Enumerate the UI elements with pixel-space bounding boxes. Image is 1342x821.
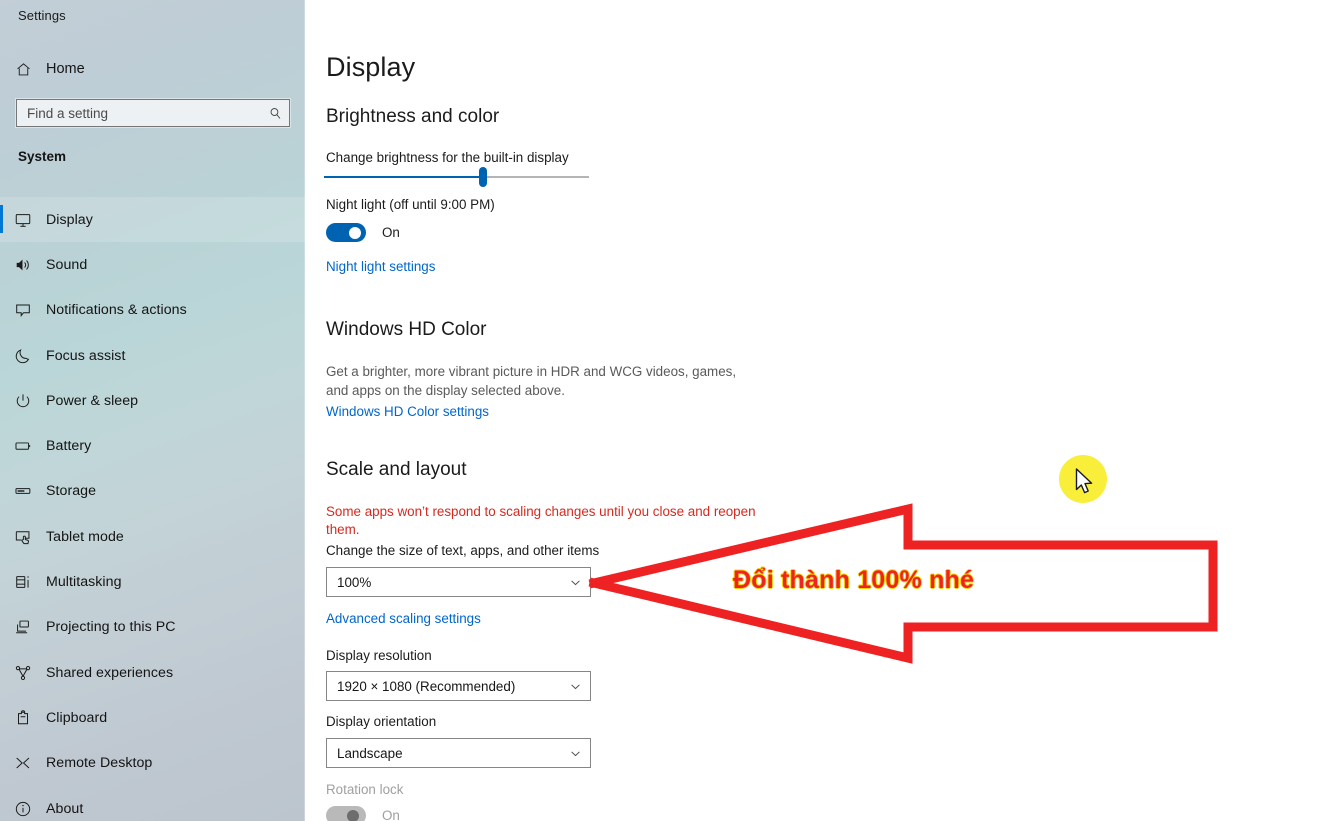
monitor-icon [0,211,46,229]
sidebar-item-power-sleep[interactable]: Power & sleep [0,378,305,423]
scaling-warning-line1: Some apps won’t respond to scaling chang… [326,503,756,521]
sidebar-nav-list: Display Sound Notifications & actions Focus… [0,197,305,821]
window-title: Settings [18,8,66,23]
resolution-dropdown-value: 1920 × 1080 (Recommended) [327,679,560,694]
scaling-warning-line2: them. [326,521,360,539]
clipboard-icon [0,709,46,727]
rotation-lock-toggle[interactable] [326,806,366,821]
slider-filled-track [324,176,483,178]
sidebar-item-display[interactable]: Display [0,197,305,242]
battery-icon [0,437,46,455]
sidebar-item-label: Sound [46,257,87,273]
sidebar-item-storage[interactable]: Storage [0,469,305,514]
sidebar-item-home[interactable]: Home [0,54,305,84]
toggle-knob [347,810,359,821]
notification-icon [0,301,46,319]
scale-dropdown-value: 100% [327,575,560,590]
sidebar-item-label: Remote Desktop [46,755,152,771]
moon-icon [0,347,46,365]
sidebar-item-sound[interactable]: Sound [0,242,305,287]
sidebar-item-projecting-to-this-pc[interactable]: Projecting to this PC [0,605,305,650]
sidebar-item-label: Notifications & actions [46,302,187,318]
night-light-settings-link[interactable]: Night light settings [326,259,435,274]
sidebar-item-tablet-mode[interactable]: Tablet mode [0,514,305,559]
speaker-icon [0,256,46,274]
section-heading-hdr: Windows HD Color [326,319,486,341]
page-title: Display [326,52,415,83]
sidebar-item-label: Power & sleep [46,393,138,409]
night-light-label: Night light (off until 9:00 PM) [326,197,495,212]
info-icon [0,800,46,818]
slider-thumb[interactable] [479,167,487,187]
section-heading-brightness: Brightness and color [326,106,499,128]
sidebar-item-label: Tablet mode [46,529,124,545]
sidebar-item-label: Storage [46,483,96,499]
sidebar-item-label: Multitasking [46,574,122,590]
orientation-dropdown-value: Landscape [327,746,560,761]
title-bar: Settings [0,0,305,30]
rotation-lock-label: Rotation lock [326,782,403,797]
search-input[interactable] [17,106,261,121]
brightness-slider[interactable] [324,166,589,188]
sidebar-section-label: System [18,149,66,164]
night-light-toggle[interactable] [326,223,366,242]
chevron-down-icon [560,747,590,760]
multitasking-icon [0,573,46,591]
sidebar-item-clipboard[interactable]: Clipboard [0,695,305,740]
sidebar-item-label: Projecting to this PC [46,619,176,635]
scale-dropdown[interactable]: 100% [326,567,591,597]
rotation-lock-state: On [382,808,400,821]
sidebar-item-shared-experiences[interactable]: Shared experiences [0,650,305,695]
sidebar-item-label: Battery [46,438,91,454]
sidebar-item-notifications-actions[interactable]: Notifications & actions [0,288,305,333]
home-icon [0,61,46,78]
chevron-down-icon [560,576,590,589]
tablet-icon [0,528,46,546]
orientation-dropdown[interactable]: Landscape [326,738,591,768]
main-content: Display Brightness and color Change brig… [305,0,1342,821]
search-icon[interactable] [261,106,289,121]
settings-window: Settings Home System Display Sound Notific… [0,0,1342,821]
power-icon [0,392,46,410]
search-box[interactable] [16,99,290,127]
sidebar-item-label: Display [46,212,93,228]
sidebar: Settings Home System Display Sound Notific… [0,0,305,821]
sidebar-item-battery[interactable]: Battery [0,423,305,468]
advanced-scaling-link[interactable]: Advanced scaling settings [326,611,481,626]
toggle-knob [349,227,361,239]
hdr-description-line1: Get a brighter, more vibrant picture in … [326,362,736,381]
brightness-label: Change brightness for the built-in displ… [326,150,569,165]
storage-icon [0,482,46,500]
hdr-description-line2: and apps on the display selected above. [326,381,565,400]
resolution-label: Display resolution [326,648,432,663]
sidebar-item-multitasking[interactable]: Multitasking [0,559,305,604]
projecting-icon [0,618,46,636]
sidebar-home-label: Home [46,61,85,77]
scale-label: Change the size of text, apps, and other… [326,543,599,558]
sidebar-item-label: Focus assist [46,348,125,364]
orientation-label: Display orientation [326,714,436,729]
chevron-down-icon [560,680,590,693]
rotation-lock-toggle-row: On [326,806,400,821]
slider-remaining-track [483,176,589,178]
resolution-dropdown[interactable]: 1920 × 1080 (Recommended) [326,671,591,701]
sidebar-item-focus-assist[interactable]: Focus assist [0,333,305,378]
sidebar-item-label: Clipboard [46,710,107,726]
hdr-settings-link[interactable]: Windows HD Color settings [326,404,489,419]
sidebar-item-label: Shared experiences [46,665,173,681]
sidebar-item-label: About [46,801,83,817]
sidebar-item-remote-desktop[interactable]: Remote Desktop [0,741,305,786]
sidebar-item-about[interactable]: About [0,786,305,821]
night-light-state: On [382,225,400,240]
section-heading-scale: Scale and layout [326,459,467,481]
night-light-toggle-row: On [326,223,400,242]
share-icon [0,664,46,682]
remote-desktop-icon [0,754,46,772]
